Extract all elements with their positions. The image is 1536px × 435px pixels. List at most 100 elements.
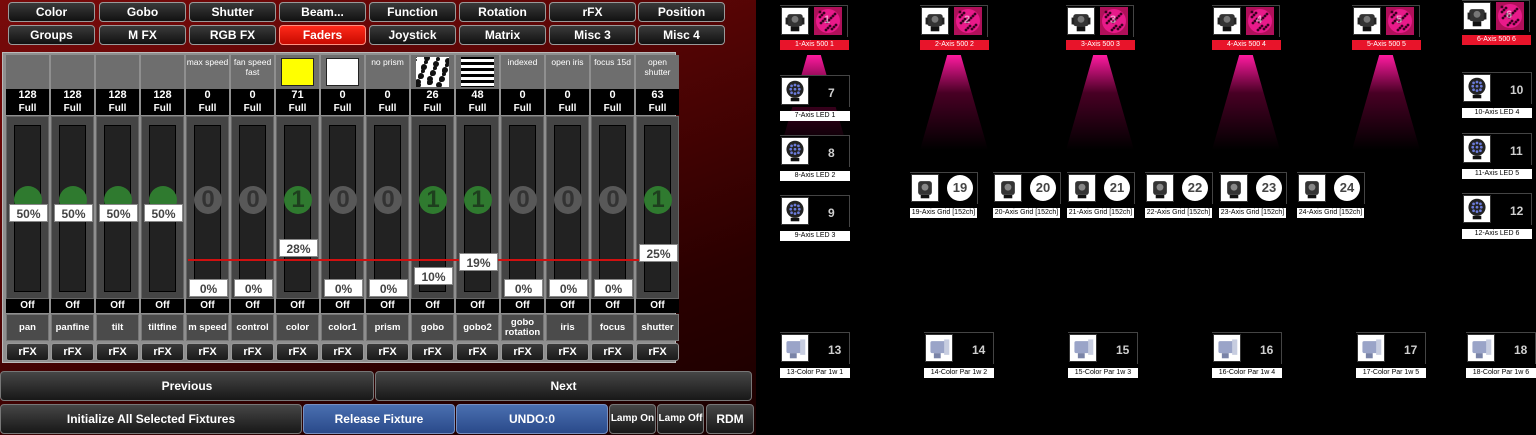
off-button[interactable]: Off (6, 299, 49, 313)
fader-handle[interactable]: 19% (459, 253, 498, 271)
fader-track[interactable]: 0 0% (186, 116, 229, 299)
off-button[interactable]: Off (456, 299, 499, 313)
fader-header[interactable]: no prism (366, 55, 409, 89)
fader-header[interactable] (141, 55, 184, 89)
fixture-18[interactable]: 18 18-Color Par 1w 6 (1466, 332, 1536, 380)
tab-function[interactable]: Function (369, 2, 456, 22)
fader-knob[interactable]: 0 (509, 186, 537, 214)
fader-track[interactable]: 50% (141, 116, 184, 299)
off-button[interactable]: Off (186, 299, 229, 313)
fader-header[interactable]: indexed (501, 55, 544, 89)
tab-beam[interactable]: Beam... (279, 2, 366, 22)
fixture-14[interactable]: 14 14-Color Par 1w 2 (924, 332, 994, 380)
off-button[interactable]: Off (501, 299, 544, 313)
fader-knob[interactable]: 0 (329, 186, 357, 214)
fader-knob[interactable]: 1 (284, 186, 312, 214)
fader-header[interactable] (6, 55, 49, 89)
rfx-button[interactable]: rFX (636, 343, 679, 361)
fader-header[interactable]: focus 15d (591, 55, 634, 89)
fixture-9[interactable]: 9 9-Axis LED 3 (780, 195, 850, 243)
off-button[interactable]: Off (51, 299, 94, 313)
fader-header[interactable] (276, 55, 319, 89)
fader-handle[interactable]: 0% (324, 279, 363, 297)
tab-misc-4[interactable]: Misc 4 (638, 25, 725, 45)
fader-knob[interactable]: 0 (374, 186, 402, 214)
fader-handle[interactable]: 10% (414, 267, 453, 285)
rdm-button[interactable]: RDM (706, 404, 754, 434)
fader-track[interactable]: 50% (6, 116, 49, 299)
off-button[interactable]: Off (636, 299, 679, 313)
fixture-5[interactable]: 5 5-Axis 500 5 (1352, 5, 1421, 53)
off-button[interactable]: Off (276, 299, 319, 313)
fader-track[interactable]: 50% (96, 116, 139, 299)
fader-header[interactable]: max speed (186, 55, 229, 89)
full-button[interactable]: Full (411, 102, 454, 115)
fader-track[interactable]: 0 0% (231, 116, 274, 299)
fader-handle[interactable]: 50% (54, 204, 93, 222)
fader-track[interactable]: 1 10% (411, 116, 454, 299)
undo-button[interactable]: UNDO:0 (456, 404, 608, 434)
full-button[interactable]: Full (366, 102, 409, 115)
fixture-20[interactable]: 20 20-Axis Grid [152ch] (993, 172, 1061, 220)
full-button[interactable]: Full (456, 102, 499, 115)
fader-track[interactable]: 0 0% (591, 116, 634, 299)
release-fixture-button[interactable]: Release Fixture (303, 404, 455, 434)
tab-shutter[interactable]: Shutter (189, 2, 276, 22)
fader-knob[interactable]: 0 (554, 186, 582, 214)
tab-color[interactable]: Color (8, 2, 95, 22)
fader-knob[interactable]: 0 (599, 186, 627, 214)
fixture-21[interactable]: 21 21-Axis Grid [152ch] (1067, 172, 1135, 220)
fixture-2[interactable]: 2 2-Axis 500 2 (920, 5, 989, 53)
rfx-button[interactable]: rFX (456, 343, 499, 361)
fixture-15[interactable]: 15 15-Color Par 1w 3 (1068, 332, 1138, 380)
fader-track[interactable]: 0 0% (501, 116, 544, 299)
fader-handle[interactable]: 0% (234, 279, 273, 297)
fader-handle[interactable]: 50% (99, 204, 138, 222)
full-button[interactable]: Full (96, 102, 139, 115)
fader-knob[interactable]: 0 (194, 186, 222, 214)
rfx-button[interactable]: rFX (276, 343, 319, 361)
rfx-button[interactable]: rFX (6, 343, 49, 361)
fixture-1[interactable]: 1 1-Axis 500 1 (780, 5, 849, 53)
fader-track[interactable]: 1 19% (456, 116, 499, 299)
fader-header[interactable] (51, 55, 94, 89)
fader-handle[interactable]: 0% (504, 279, 543, 297)
full-button[interactable]: Full (321, 102, 364, 115)
fixture-8[interactable]: 8 8-Axis LED 2 (780, 135, 850, 183)
fader-header[interactable] (456, 55, 499, 89)
fader-handle[interactable]: 25% (639, 244, 678, 262)
tab-matrix[interactable]: Matrix (459, 25, 546, 45)
fixture-24[interactable]: 24 24-Axis Grid [152ch] (1297, 172, 1365, 220)
rfx-button[interactable]: rFX (96, 343, 139, 361)
fader-header[interactable] (321, 55, 364, 89)
off-button[interactable]: Off (96, 299, 139, 313)
fader-header[interactable] (96, 55, 139, 89)
rfx-button[interactable]: rFX (141, 343, 184, 361)
tab-rfx[interactable]: rFX (549, 2, 636, 22)
fader-knob[interactable]: 1 (464, 186, 492, 214)
full-button[interactable]: Full (276, 102, 319, 115)
tab-faders[interactable]: Faders (279, 25, 366, 45)
fader-handle[interactable]: 0% (189, 279, 228, 297)
fader-handle[interactable]: 50% (144, 204, 183, 222)
tab-rotation[interactable]: Rotation (459, 2, 546, 22)
fader-track[interactable]: 0 0% (321, 116, 364, 299)
rfx-button[interactable]: rFX (231, 343, 274, 361)
off-button[interactable]: Off (591, 299, 634, 313)
fixture-16[interactable]: 16 16-Color Par 1w 4 (1212, 332, 1282, 380)
fader-track[interactable]: 0 0% (366, 116, 409, 299)
fader-handle[interactable]: 50% (9, 204, 48, 222)
full-button[interactable]: Full (501, 102, 544, 115)
fader-header[interactable]: open shutter (636, 55, 679, 89)
fixture-7[interactable]: 7 7-Axis LED 1 (780, 75, 850, 123)
fixture-3[interactable]: 3 3-Axis 500 3 (1066, 5, 1135, 53)
tab-gobo[interactable]: Gobo (99, 2, 186, 22)
rfx-button[interactable]: rFX (366, 343, 409, 361)
full-button[interactable]: Full (51, 102, 94, 115)
rfx-button[interactable]: rFX (411, 343, 454, 361)
fader-handle[interactable]: 0% (594, 279, 633, 297)
fader-track[interactable]: 50% (51, 116, 94, 299)
lamp-off-button[interactable]: Lamp Off (657, 404, 704, 434)
fader-header[interactable]: open iris (546, 55, 589, 89)
full-button[interactable]: Full (636, 102, 679, 115)
